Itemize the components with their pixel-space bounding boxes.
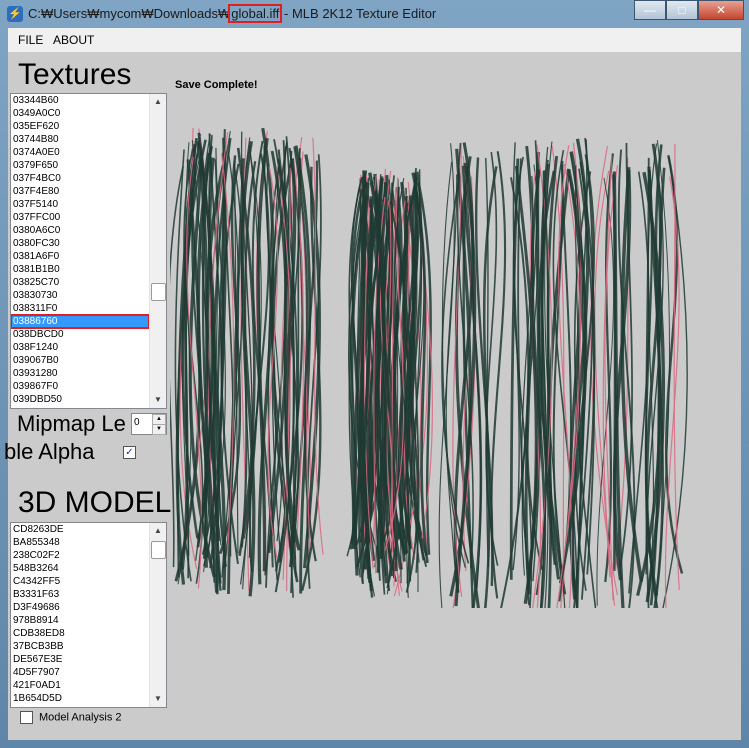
client-area: FILE ABOUT Textures 03344B60 0349A0C0 035E… (4, 28, 741, 740)
textures-list-item[interactable]: 03344B60 (11, 94, 149, 107)
window-title: C:₩Users₩mycom₩Downloads₩global.iff - ML… (28, 4, 437, 23)
models-list-item[interactable]: D3F49686 (11, 601, 149, 614)
models-heading: 3D MODEL (18, 486, 172, 519)
textures-list-item[interactable]: 039067B0 (11, 354, 149, 367)
textures-list-item[interactable]: 037F4E80 (11, 185, 149, 198)
models-list-item[interactable]: 238C02F2 (11, 549, 149, 562)
textures-list-item[interactable]: 0380FC30 (11, 237, 149, 250)
app-window: ⚡ C:₩Users₩mycom₩Downloads₩global.iff - … (0, 0, 749, 748)
models-list-item[interactable]: 4D5F7907 (11, 666, 149, 679)
texture-preview (170, 127, 688, 608)
hair-panel (170, 127, 324, 598)
scroll-up-icon[interactable]: ▲ (150, 94, 166, 110)
app-icon: ⚡ (7, 6, 23, 22)
close-button[interactable]: ✕ (698, 0, 744, 20)
textures-list-items: 03344B60 0349A0C0 035EF620 03744B80 0374A0E0… (11, 94, 150, 406)
models-list-items: CD8263DE BA855348 238C02F2 548B3264 C4342FF5… (11, 523, 149, 705)
title-filename: global.iff (228, 4, 283, 23)
textures-list-item[interactable]: 0381A6F0 (11, 250, 149, 263)
models-list-item[interactable]: CDB38ED8 (11, 627, 149, 640)
textures-list-item[interactable]: 0374A0E0 (11, 146, 149, 159)
scroll-thumb[interactable] (151, 541, 166, 559)
models-list-item[interactable]: B3331F63 (11, 588, 149, 601)
textures-list-item[interactable]: 037F5140 (11, 198, 149, 211)
models-list-item[interactable]: 548B3264 (11, 562, 149, 575)
textures-list-item[interactable]: 0349A0C0 (11, 107, 149, 120)
menu-bar: FILE ABOUT (8, 28, 741, 52)
mipmap-stepper[interactable]: 0 ▲ ▼ (131, 413, 167, 435)
model-analysis-checkbox[interactable] (20, 711, 33, 724)
textures-list-item[interactable]: 038311F0 (11, 302, 149, 315)
textures-list-item[interactable]: 038DBCD0 (11, 328, 149, 341)
stepper-down-icon[interactable]: ▼ (152, 424, 166, 435)
models-list-item[interactable]: C4342FF5 (11, 575, 149, 588)
textures-list-item[interactable]: 0380A6C0 (11, 224, 149, 237)
scroll-down-icon[interactable]: ▼ (150, 392, 166, 408)
textures-scrollbar[interactable]: ▲ ▼ (149, 94, 166, 408)
model-analysis-label: Model Analysis 2 (39, 711, 122, 724)
enable-alpha-checkbox[interactable]: ✓ (123, 446, 136, 459)
models-list[interactable]: CD8263DE BA855348 238C02F2 548B3264 C4342FF5… (10, 522, 167, 708)
models-list-item[interactable]: 978B8914 (11, 614, 149, 627)
hair-panel (438, 137, 688, 608)
textures-list-item[interactable]: 03931280 (11, 367, 149, 380)
hair-strand (490, 151, 507, 599)
scroll-up-icon[interactable]: ▲ (150, 523, 166, 539)
textures-list-item[interactable]: 037FFC00 (11, 211, 149, 224)
model-analysis-option[interactable]: Model Analysis 2 (20, 711, 122, 724)
models-list-item[interactable]: BA855348 (11, 536, 149, 549)
mipmap-label: Mipmap Le (17, 411, 126, 436)
title-path-prefix: C:₩Users₩mycom₩Downloads₩ (28, 6, 231, 21)
textures-list[interactable]: 03344B60 0349A0C0 035EF620 03744B80 0374A0E0… (10, 93, 167, 409)
models-list-item[interactable]: 37BCB3BB (11, 640, 149, 653)
models-list-item[interactable]: CD8263DE (11, 523, 149, 536)
textures-list-item[interactable]: 03886760 (11, 314, 150, 329)
textures-list-item[interactable]: 035EF620 (11, 120, 149, 133)
title-bar[interactable]: ⚡ C:₩Users₩mycom₩Downloads₩global.iff - … (0, 0, 749, 28)
models-scrollbar[interactable]: ▲ ▼ (149, 523, 166, 707)
textures-heading: Textures (18, 58, 132, 91)
textures-list-item[interactable]: 03830730 (11, 289, 149, 302)
textures-list-item[interactable]: 038F1240 (11, 341, 149, 354)
textures-list-item[interactable]: 0379F650 (11, 159, 149, 172)
menu-about[interactable]: ABOUT (53, 33, 94, 47)
hair-strand (482, 166, 498, 608)
title-app-name: - MLB 2K12 Texture Editor (280, 6, 437, 21)
menu-file[interactable]: FILE (18, 33, 43, 47)
enable-alpha-label: ble Alpha (4, 439, 95, 464)
maximize-button[interactable]: □ (666, 0, 698, 20)
textures-list-item[interactable]: 037F4BC0 (11, 172, 149, 185)
models-list-item[interactable]: 421F0AD1 (11, 679, 149, 692)
textures-list-item[interactable]: 039867F0 (11, 380, 149, 393)
models-list-item[interactable]: DE567E3E (11, 653, 149, 666)
textures-list-item[interactable]: 03825C70 (11, 276, 149, 289)
models-list-item[interactable]: 1B654D5D (11, 692, 149, 705)
scroll-down-icon[interactable]: ▼ (150, 691, 166, 707)
status-message: Save Complete! (175, 79, 258, 91)
hair-panel (346, 168, 433, 598)
textures-list-item[interactable]: 0381B1B0 (11, 263, 149, 276)
scroll-thumb[interactable] (151, 283, 166, 301)
mipmap-value[interactable]: 0 (134, 417, 140, 428)
textures-list-item[interactable]: 03744B80 (11, 133, 149, 146)
minimize-button[interactable]: — (634, 0, 666, 20)
textures-list-item[interactable]: 039DBD50 (11, 393, 149, 406)
